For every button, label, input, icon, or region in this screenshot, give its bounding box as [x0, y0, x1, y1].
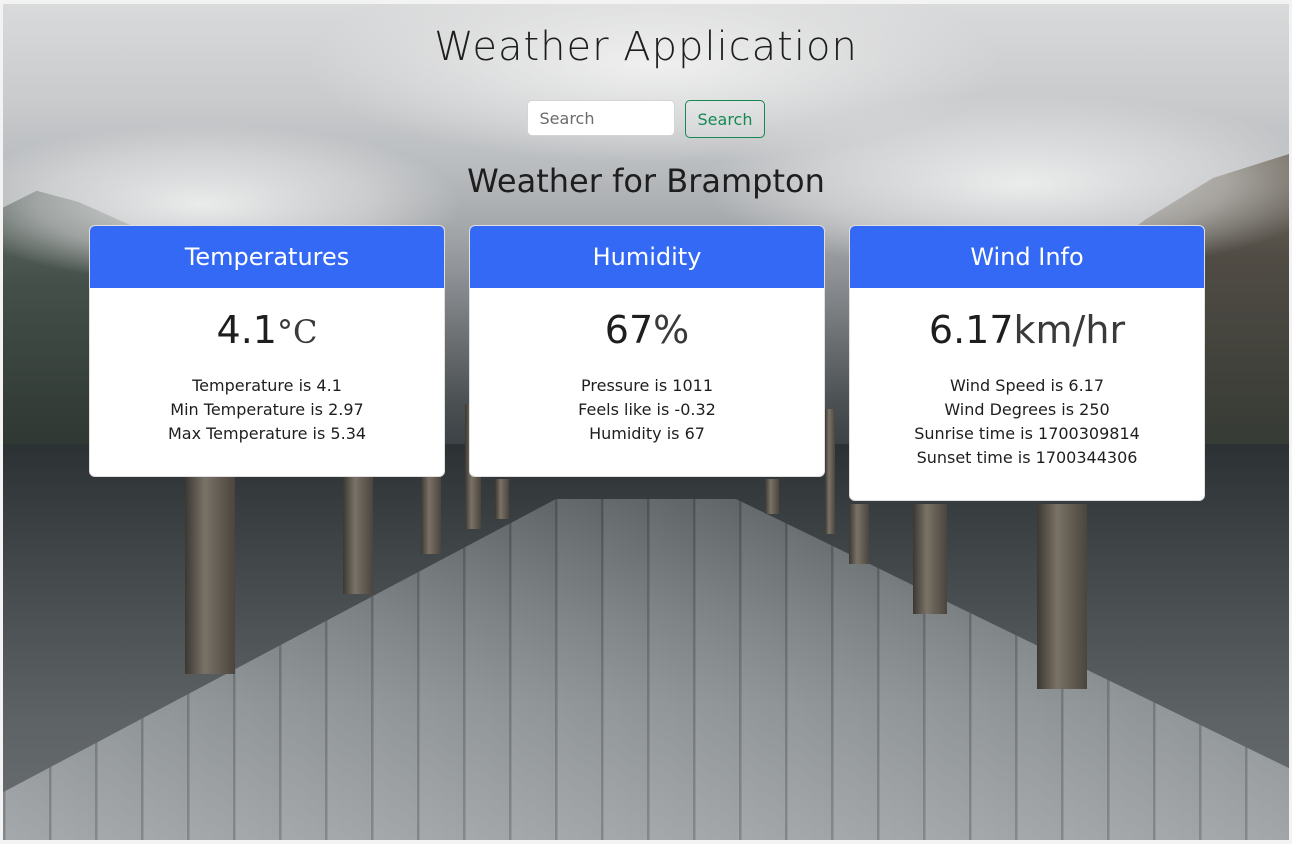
detail-line: Sunset time is 1700344306: [916, 448, 1138, 467]
wind-value: 6.17km/hr: [860, 308, 1194, 352]
search-button[interactable]: Search: [684, 100, 766, 138]
humidity-value: 67%: [480, 308, 814, 352]
location-heading: Weather for Brampton: [467, 162, 825, 200]
search-bar: Search: [3, 100, 1289, 138]
detail-line: Sunrise time is 1700309814: [914, 424, 1140, 443]
detail-line: Humidity is 67: [589, 424, 705, 443]
temperatures-card: Temperatures 4.1°C Temperature is 4.1 Mi…: [89, 225, 445, 477]
value-number: 67: [604, 308, 654, 352]
app-title: Weather Application: [434, 24, 858, 70]
detail-line: Temperature is 4.1: [192, 376, 342, 395]
search-input[interactable]: [526, 100, 675, 136]
app-window: Weather Application Search Weather for B…: [3, 4, 1289, 840]
detail-line: Pressure is 1011: [581, 376, 713, 395]
value-number: 6.17: [928, 308, 1014, 352]
temperature-value: 4.1°C: [100, 308, 434, 352]
card-title: Humidity: [470, 226, 824, 288]
detail-line: Wind Speed is 6.17: [949, 376, 1105, 395]
humidity-card: Humidity 67% Pressure is 1011 Feels like…: [469, 225, 825, 477]
value-unit: %: [653, 308, 690, 352]
detail-line: Feels like is -0.32: [578, 400, 716, 419]
value-number: 4.1: [216, 308, 277, 352]
card-title: Temperatures: [90, 226, 444, 288]
detail-line: Wind Degrees is 250: [944, 400, 1110, 419]
detail-line: Max Temperature is 5.34: [167, 424, 367, 443]
card-title: Wind Info: [850, 226, 1204, 288]
detail-line: Min Temperature is 2.97: [170, 400, 364, 419]
wind-card: Wind Info 6.17km/hr Wind Speed is 6.17 W…: [849, 225, 1205, 501]
value-unit: °C: [276, 313, 318, 351]
value-unit: km/hr: [1013, 308, 1126, 352]
